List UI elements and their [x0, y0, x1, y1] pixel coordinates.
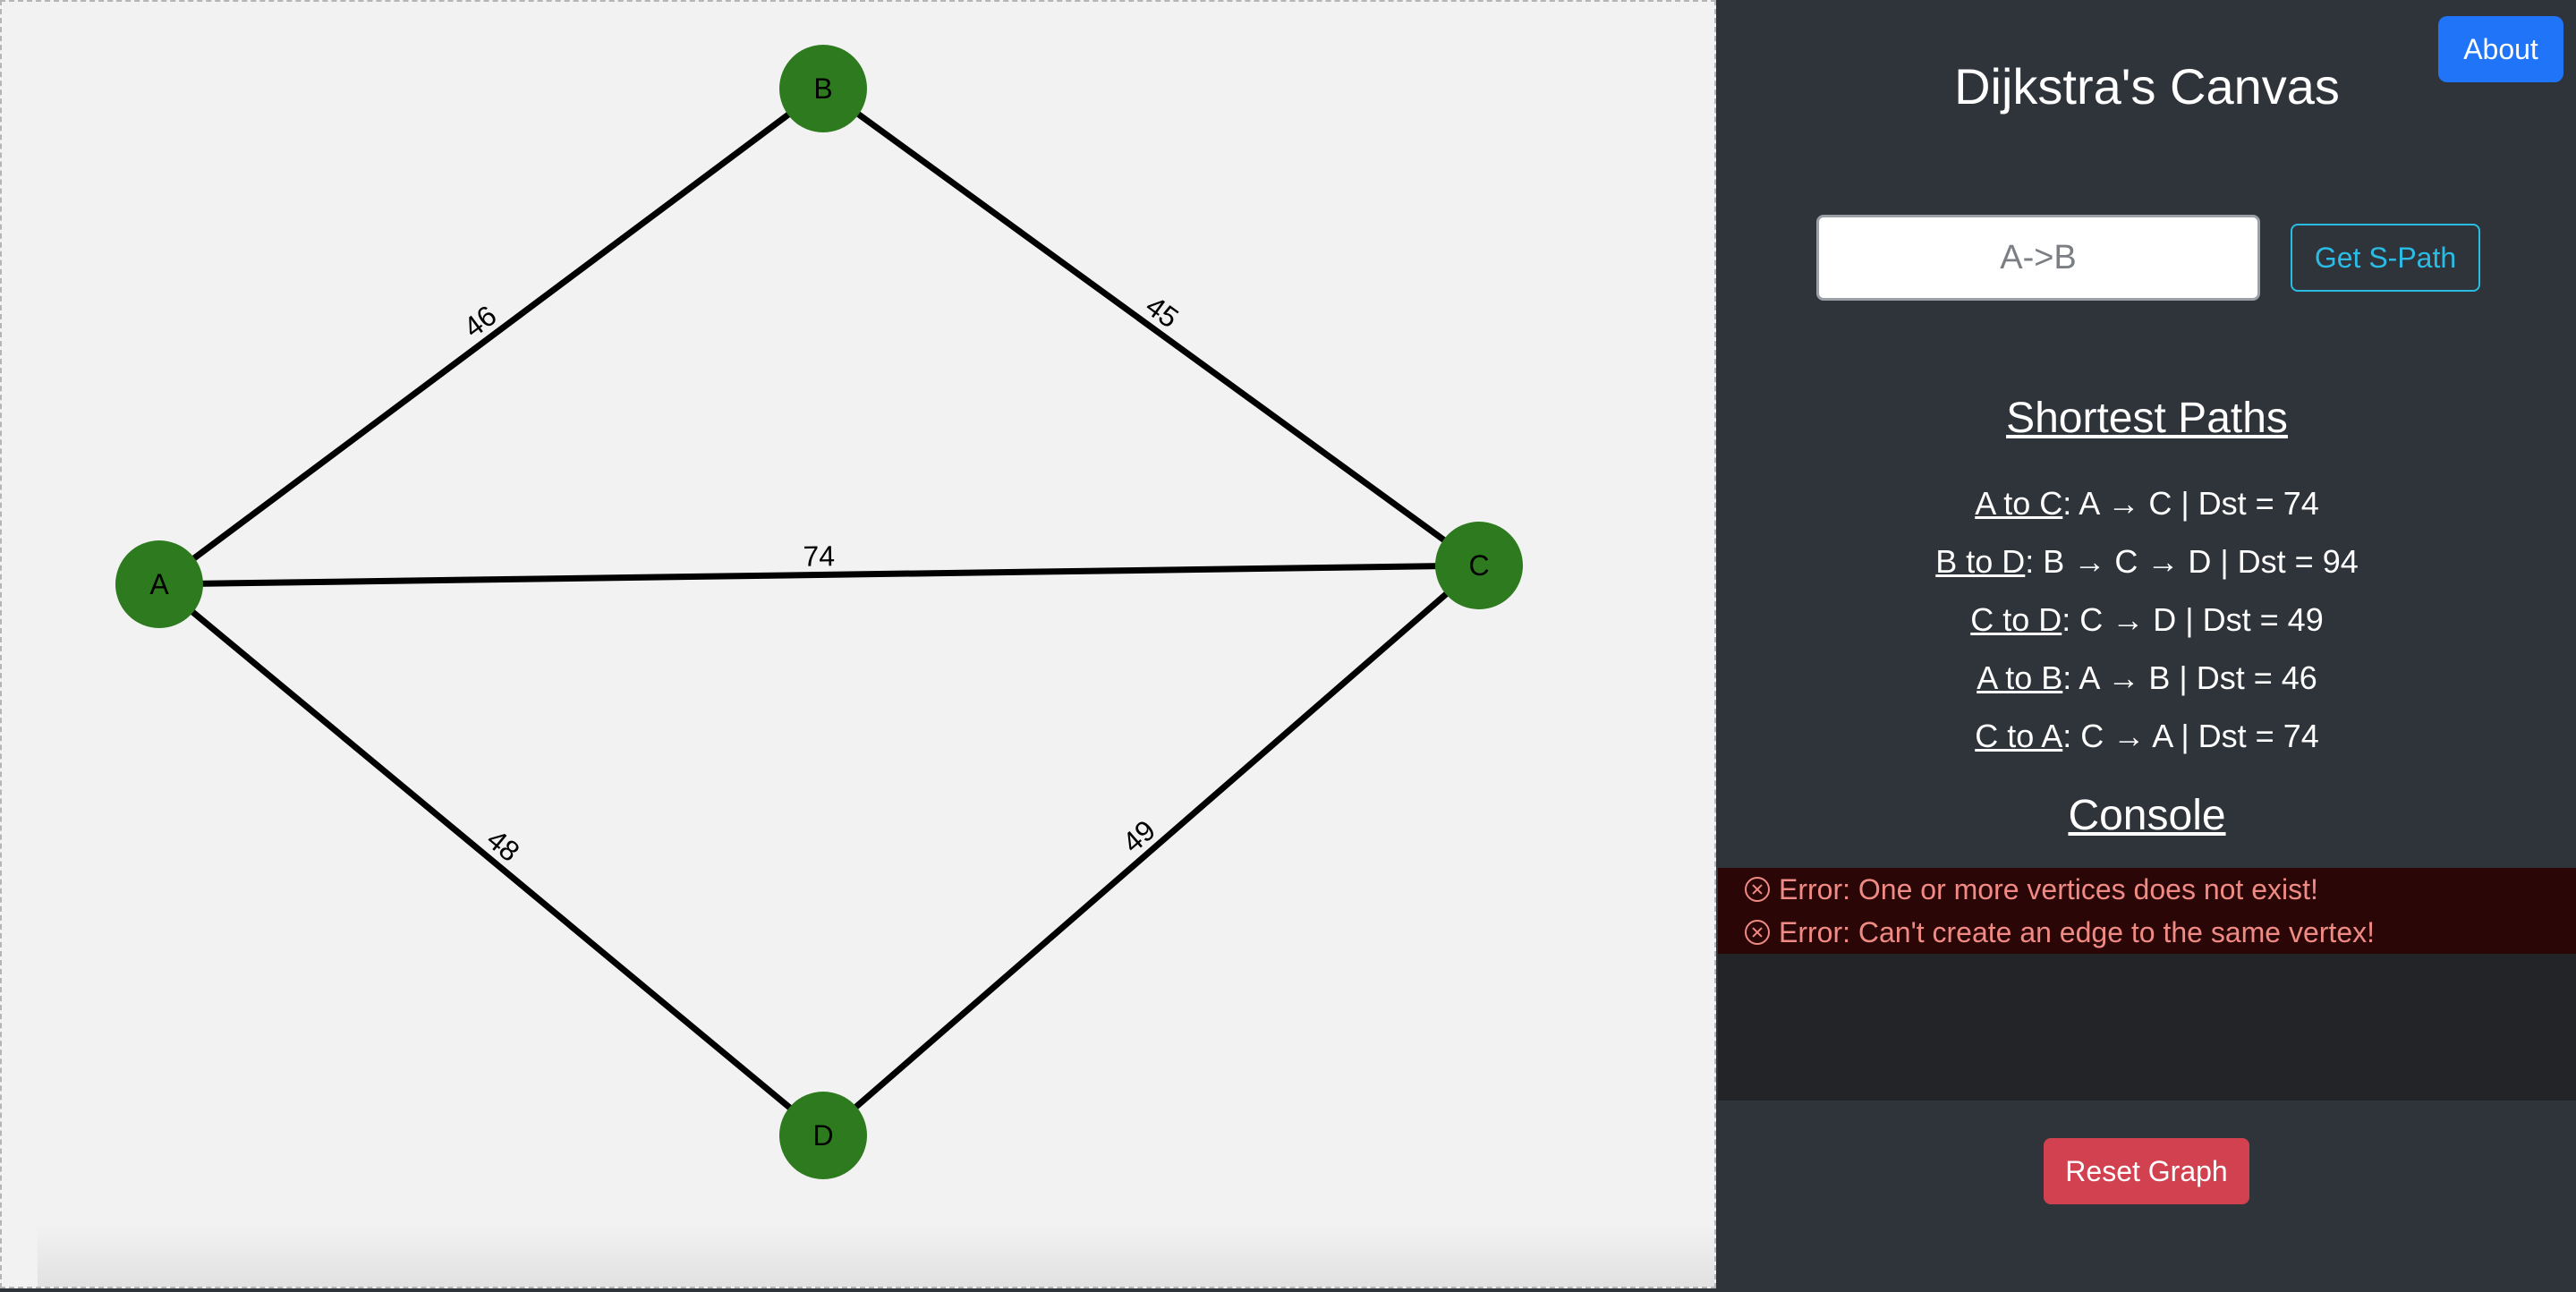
vertex-b[interactable]: B — [779, 45, 867, 132]
edge-weight-label: 48 — [480, 823, 525, 868]
shortest-path-detail: : B → C → D | Dst = 94 — [2025, 543, 2359, 580]
shortest-path-item: C to A: C → A | Dst = 74 — [1718, 707, 2576, 765]
shortest-path-item: A to C: A → C | Dst = 74 — [1718, 474, 2576, 532]
shortest-path-link[interactable]: A to B — [1977, 659, 2062, 696]
graph-svg[interactable]: 46 457448 49 ABCD — [2, 2, 1716, 1288]
shortest-path-link[interactable]: A to C — [1975, 485, 2062, 522]
vertex-label: D — [812, 1119, 833, 1152]
shortest-path-link[interactable]: C to D — [1970, 601, 2062, 638]
shortest-path-detail: : A → B | Dst = 46 — [2062, 659, 2317, 696]
console-heading: Console — [2068, 792, 2226, 839]
edge-a-b[interactable] — [157, 86, 826, 587]
console-error-row: Error: One or more vertices does not exi… — [1718, 868, 2576, 911]
vertex-a[interactable]: A — [115, 540, 203, 628]
vertex-label: B — [813, 72, 832, 105]
shortest-path-detail: : A → C | Dst = 74 — [2062, 485, 2319, 522]
console-output: Error: One or more vertices does not exi… — [1718, 868, 2576, 1101]
graph-canvas[interactable]: 46 45 74 48 49 ABCD — [0, 0, 1716, 1288]
shortest-path-link[interactable]: C to A — [1975, 718, 2062, 754]
sidebar: About Dijkstra's Canvas Get S-Path Short… — [1718, 0, 2576, 1292]
edge-b-c[interactable] — [820, 86, 1482, 568]
get-shortest-path-button[interactable]: Get S-Path — [2291, 224, 2480, 292]
console-error-row: Error: Can't create an edge to the same … — [1718, 911, 2576, 954]
page-title: Dijkstra's Canvas — [1954, 58, 2340, 115]
error-circle-x-icon — [1745, 877, 1770, 902]
edge-weight-label: 46 — [457, 299, 502, 344]
edge-a-d[interactable] — [157, 582, 826, 1138]
shortest-path-item: A to B: A → B | Dst = 46 — [1718, 649, 2576, 707]
vertex-c[interactable]: C — [1435, 522, 1523, 609]
edge-weight-label: 74 — [803, 540, 835, 573]
vertex-label: C — [1468, 549, 1489, 582]
shortest-path-detail: : C → D | Dst = 49 — [2062, 601, 2324, 638]
shortest-path-link[interactable]: B to D — [1935, 543, 2025, 580]
console-error-text: Error: One or more vertices does not exi… — [1779, 873, 2318, 905]
vertex-d[interactable]: D — [779, 1092, 867, 1179]
shortest-paths-heading: Shortest Paths — [2006, 395, 2288, 442]
app-root: 46 45 74 48 49 ABCD About Dijkstra's Canvas … — [0, 0, 2576, 1292]
edge-d-c[interactable] — [820, 563, 1482, 1138]
vertex-label: A — [149, 568, 169, 600]
reset-graph-button[interactable]: Reset Graph — [2044, 1138, 2249, 1204]
shortest-paths-list: A to C: A → C | Dst = 74 B to D: B → C → … — [1718, 474, 2576, 765]
error-circle-x-icon — [1745, 920, 1770, 945]
path-query-input[interactable] — [1816, 215, 2260, 301]
edge-weight-label: 49 — [1116, 813, 1160, 859]
console-error-text: Error: Can't create an edge to the same … — [1779, 916, 2375, 948]
shortest-path-item: B to D: B → C → D | Dst = 94 — [1718, 532, 2576, 591]
edges-layer: 46 457448 49 — [157, 86, 1482, 1138]
shortest-path-detail: : C → A | Dst = 74 — [2062, 718, 2319, 754]
vertices-layer: A B C D — [115, 45, 1523, 1179]
shortest-path-item: C to D: C → D | Dst = 49 — [1718, 591, 2576, 649]
